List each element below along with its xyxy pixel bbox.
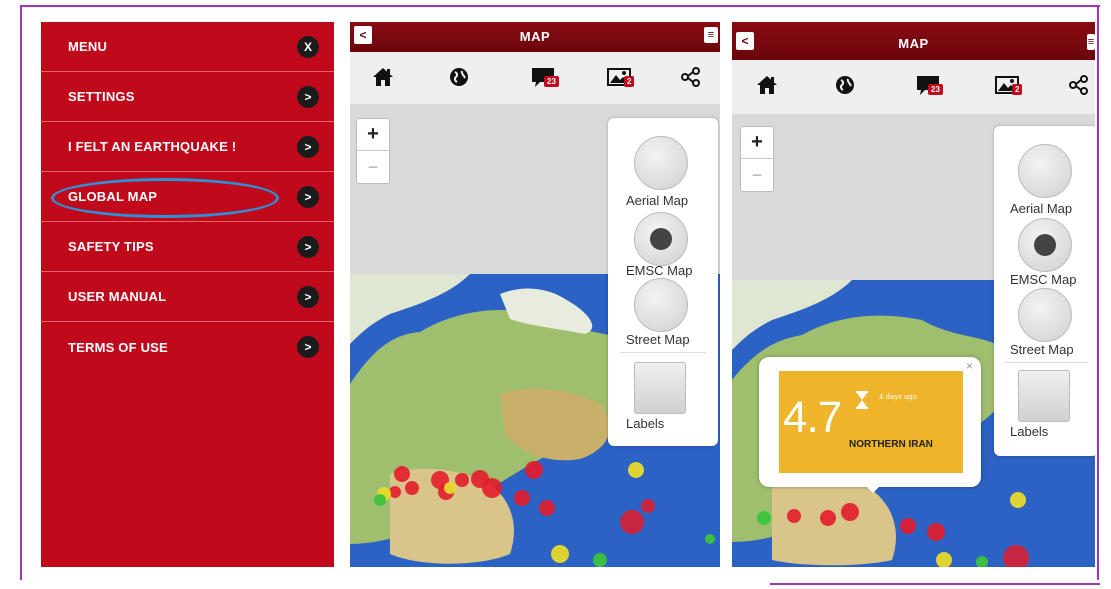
photos-icon[interactable]: 2 [598,62,642,92]
zoom-out-button[interactable]: − [741,159,773,191]
labels-checkbox[interactable] [1018,370,1070,422]
magnitude-value: 4.7 [783,393,842,442]
aerial-map-radio[interactable] [1018,144,1072,198]
menu-button[interactable]: ≡ [704,27,718,43]
menu-item-label: SETTINGS [68,89,135,104]
frame-left-border [20,5,22,580]
zoom-out-button[interactable]: − [357,151,389,183]
home-icon[interactable] [368,62,398,92]
menu-item-label: GLOBAL MAP [68,189,158,204]
aerial-map-radio[interactable] [634,136,688,190]
menu-item-label: MENU [68,39,108,54]
menu-item-terms-of-use[interactable]: TERMS OF USE > [41,322,334,372]
menu-item-user-manual[interactable]: USER MANUAL > [41,272,334,322]
aerial-map-label: Aerial Map [1010,201,1073,216]
menu-item-felt-earthquake[interactable]: I FELT AN EARTHQUAKE ! > [41,122,334,172]
zoom-control: + − [356,118,390,184]
labels-checkbox[interactable] [634,362,686,414]
earthquake-card[interactable]: 4.7 4 days ago NORTHERN IRAN [779,371,963,473]
chevron-right-icon[interactable]: > [297,235,319,258]
labels-label: Labels [626,416,665,431]
globe-icon[interactable] [830,70,860,100]
menu-item-safety-tips[interactable]: SAFETY TIPS > [41,222,334,272]
comments-icon[interactable]: 23 [906,70,952,100]
street-map-radio[interactable] [1018,288,1072,342]
chevron-right-icon[interactable]: > [297,285,319,308]
layer-selector: Aerial Map EMSC Map Street Map Labels [994,126,1095,456]
photos-icon[interactable]: 2 [986,70,1030,100]
share-icon[interactable] [1064,70,1094,100]
photos-badge: 2 [1012,84,1023,95]
app-header: < MAP ≡ [732,22,1095,60]
street-map-radio[interactable] [634,278,688,332]
frame-top-border [20,5,1100,7]
frame-right-border [1097,5,1099,580]
chevron-right-icon[interactable]: > [297,85,319,108]
menu-item-settings[interactable]: SETTINGS > [41,72,334,122]
app-header: < MAP ≡ [350,22,720,52]
menu-item-global-map[interactable]: GLOBAL MAP > [41,172,334,222]
aerial-map-label: Aerial Map [626,193,689,208]
toolbar: 23 2 [732,60,1095,114]
map-screen-1: < MAP ≡ 23 2 + − Aerial Map EMSC Map Str… [350,22,720,567]
time-ago: 4 days ago [879,393,917,401]
emsc-map-radio[interactable] [634,212,688,266]
side-menu: MENU X SETTINGS > I FELT AN EARTHQUAKE !… [41,22,334,567]
menu-button[interactable]: ≡ [1087,34,1095,50]
toolbar: 23 2 [350,52,720,104]
close-icon[interactable]: × [966,359,973,373]
region-name: NORTHERN IRAN [849,439,933,450]
emsc-map-radio[interactable] [1018,218,1072,272]
radio-selected-dot [650,228,672,250]
comments-badge: 23 [544,76,559,87]
menu-item-label: USER MANUAL [68,289,167,304]
globe-icon[interactable] [444,62,474,92]
divider [620,352,706,353]
menu-item-menu[interactable]: MENU X [41,22,334,72]
page-title: MAP [519,29,551,44]
chevron-right-icon[interactable]: > [297,336,319,358]
zoom-control: + − [740,126,774,192]
home-icon[interactable] [752,70,782,100]
photos-badge: 2 [624,76,635,87]
layer-selector: Aerial Map EMSC Map Street Map Labels [608,118,718,446]
labels-label: Labels [1010,424,1049,439]
menu-item-label: TERMS OF USE [68,339,168,355]
share-icon[interactable] [676,62,706,92]
chevron-right-icon[interactable]: > [297,185,319,208]
menu-item-label: I FELT AN EARTHQUAKE ! [68,139,237,154]
frame-bottom-border [770,583,1100,585]
menu-item-label: SAFETY TIPS [68,239,154,254]
emsc-map-label: EMSC Map [626,263,693,278]
earthquake-popup[interactable]: × 4.7 4 days ago NORTHERN IRAN [759,357,981,493]
divider [1004,362,1088,363]
zoom-in-button[interactable]: + [741,127,773,159]
emsc-map-label: EMSC Map [1010,272,1077,287]
chevron-right-icon[interactable]: > [297,135,319,158]
close-icon[interactable]: X [297,35,319,58]
page-title: MAP [898,36,929,51]
street-map-label: Street Map [626,332,690,347]
comments-badge: 23 [928,84,943,95]
zoom-in-button[interactable]: + [357,119,389,151]
popup-pointer [863,483,883,493]
radio-selected-dot [1034,234,1056,256]
hourglass-icon [856,391,868,409]
street-map-label: Street Map [1010,342,1074,357]
comments-icon[interactable]: 23 [522,62,566,92]
